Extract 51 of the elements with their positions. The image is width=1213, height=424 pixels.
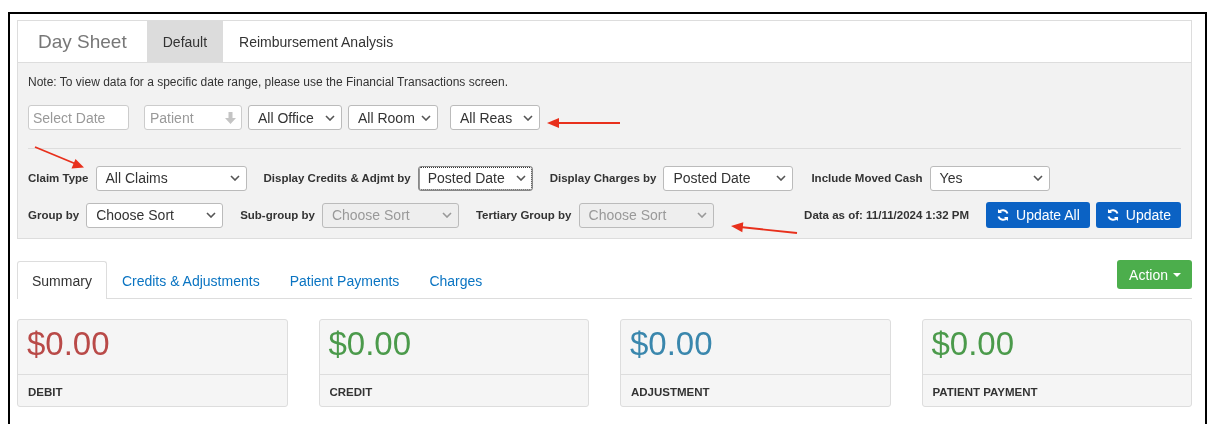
field-label: Group by [28,209,80,221]
dropdown[interactable]: All Claims [95,165,247,191]
dropdown[interactable]: Posted Date [663,165,794,191]
dropdown[interactable]: All Office [248,105,342,130]
tab[interactable]: Charges [414,262,498,299]
note-text: Note: To view data for a specific date range, please use the Financial Transactions screen. [28,75,510,89]
tab[interactable]: Reimbursement Analysis [223,21,410,62]
update-all-button[interactable]: Update All [986,202,1090,228]
chevron-down-icon [776,175,787,181]
card-label: DEBIT [27,385,64,400]
chevron-down-icon [421,114,431,121]
chevron-down-icon [696,212,707,218]
timestamp-text: Data as of: 11/11/2024 1:32 PM [804,209,969,221]
tab[interactable]: Summary [17,261,107,299]
refresh-icon [1105,208,1120,222]
chevron-down-icon [206,212,217,218]
chevron-down-icon [325,114,335,121]
tab[interactable]: Default [146,21,224,62]
annotation-arrow [34,146,84,169]
card-label: ADJUSTMENT [630,385,711,400]
field-label: Sub-group by [240,209,315,221]
tab[interactable]: Credits & Adjustments [106,262,275,299]
field-label: Display Credits & Adjmt by [263,172,411,184]
dropdown[interactable]: Choose Sort [86,202,224,228]
amount-text: $0.00 [621,320,890,375]
amount-text: $0.00 [922,320,1191,375]
field-label: Tertiary Group by [475,209,572,221]
card-label: CREDIT [328,385,374,400]
card-label: PATIENT PAYMENT [931,385,1039,400]
field-label: Display Charges by [549,172,657,184]
chevron-down-icon [441,212,452,218]
refresh-icon [996,208,1010,222]
down-arrow-icon [225,111,236,124]
chevron-down-icon [229,175,240,181]
dropdown[interactable]: Posted Date [417,165,533,191]
field-label: Include Moved Cash [811,172,923,184]
annotation-arrow [731,222,798,234]
dropdown[interactable]: All Reas [450,105,540,130]
amount-text: $0.00 [18,320,287,375]
dropdown[interactable]: All Room [348,105,438,130]
amount-text: $0.00 [319,320,588,375]
caret-down-icon [1173,272,1181,277]
page-title: Day Sheet [37,29,128,54]
tab[interactable]: Patient Payments [274,262,415,299]
chevron-down-icon [515,175,526,181]
field-label: Claim Type [28,172,89,184]
date-field[interactable]: Select Date [28,105,129,130]
dropdown[interactable]: Yes [929,165,1050,191]
update-button[interactable]: Update [1095,202,1181,228]
chevron-down-icon [523,114,533,121]
chevron-down-icon [1032,175,1043,181]
